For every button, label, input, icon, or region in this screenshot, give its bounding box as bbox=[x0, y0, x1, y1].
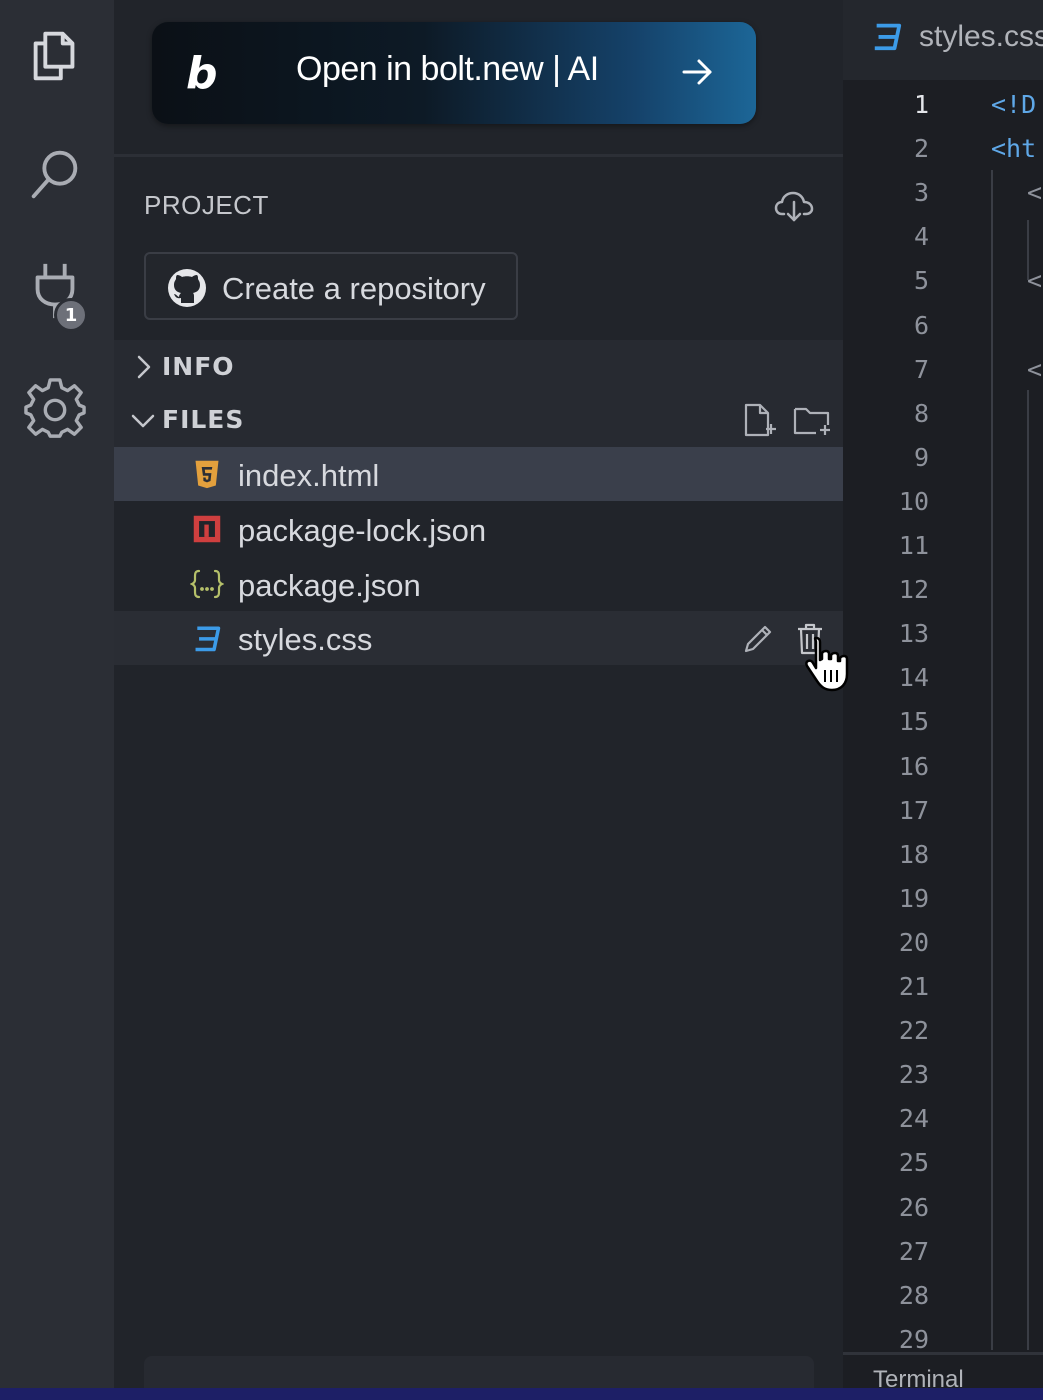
line-number: 14 bbox=[898, 663, 929, 693]
line-number: 8 bbox=[913, 398, 929, 428]
open-in-bolt-label: Open in bolt.new | AI bbox=[296, 50, 599, 88]
file-name: package.json bbox=[238, 568, 421, 603]
bolt-logo: b bbox=[186, 48, 218, 99]
line-number: 2 bbox=[913, 134, 929, 164]
new-folder-icon[interactable] bbox=[792, 401, 832, 439]
project-title: PROJECT bbox=[144, 190, 269, 220]
sidebar: b Open in bolt.new | AI PROJECT Create a… bbox=[114, 0, 843, 1388]
plug-badge: 1 bbox=[54, 298, 88, 332]
line-number: 17 bbox=[898, 795, 929, 825]
editor-pane: styles.css 1 2 3 4 5 6 7 8 9 10 11 12 13 14 15 16 17 18 19… bbox=[843, 0, 1043, 1388]
line-number: 11 bbox=[898, 531, 929, 560]
line-number: 28 bbox=[898, 1280, 929, 1310]
open-in-bolt-button[interactable]: b Open in bolt.new | AI bbox=[152, 22, 756, 124]
terminal-divider bbox=[843, 1352, 1043, 1355]
line-number: 25 bbox=[898, 1148, 929, 1178]
line-number: 18 bbox=[898, 839, 929, 869]
arrow-right-icon bbox=[682, 59, 712, 85]
line-number: 3 bbox=[913, 178, 929, 208]
plug-icon[interactable]: 1 bbox=[22, 258, 88, 332]
chevron-right-icon bbox=[137, 355, 151, 379]
line-number: 16 bbox=[898, 751, 929, 781]
file-item-styles-css[interactable]: styles.css bbox=[114, 611, 843, 665]
info-section-title: INFO bbox=[162, 352, 235, 381]
tab-label: styles.css bbox=[919, 20, 1043, 53]
files-section-header[interactable]: FILES bbox=[114, 393, 843, 447]
window-bottom-border bbox=[0, 1388, 1043, 1400]
file-name: index.html bbox=[238, 458, 380, 493]
line-number: 13 bbox=[898, 619, 929, 649]
code-area[interactable]: <!D <ht < < < bbox=[963, 80, 1043, 1350]
line-number: 23 bbox=[898, 1060, 929, 1090]
indent-guide bbox=[1027, 390, 1029, 1350]
cloud-download-icon[interactable] bbox=[774, 188, 814, 224]
new-file-icon[interactable] bbox=[740, 401, 780, 439]
file-name: styles.css bbox=[238, 622, 373, 657]
line-number: 19 bbox=[898, 883, 929, 913]
line-number: 10 bbox=[898, 486, 929, 516]
line-number-gutter: 1 2 3 4 5 6 7 8 9 10 11 12 13 14 15 16 17 18 19 20 21 22 23 24 2… bbox=[843, 80, 963, 1354]
css3-icon bbox=[190, 621, 224, 655]
html5-icon bbox=[190, 457, 224, 491]
json-braces-icon bbox=[190, 567, 224, 601]
github-icon bbox=[168, 269, 206, 307]
search-icon[interactable] bbox=[22, 140, 88, 206]
editor-tab-bar: styles.css bbox=[843, 0, 1043, 80]
npm-icon bbox=[190, 512, 224, 546]
line-number: 29 bbox=[898, 1324, 929, 1354]
line-number: 24 bbox=[898, 1104, 929, 1134]
activity-bar: 1 bbox=[0, 0, 114, 1388]
line-number: 21 bbox=[898, 972, 929, 1001]
files-section-title: FILES bbox=[162, 405, 245, 434]
terminal-label[interactable]: Terminal bbox=[873, 1366, 964, 1388]
tab-styles-css[interactable]: styles.css bbox=[843, 0, 1043, 80]
line-number: 27 bbox=[898, 1236, 929, 1266]
rename-pencil-icon[interactable] bbox=[740, 621, 776, 657]
code-line-5: < bbox=[1027, 266, 1043, 296]
line-number: 6 bbox=[913, 310, 929, 340]
line-number: 4 bbox=[913, 222, 929, 252]
info-section-header[interactable]: INFO bbox=[114, 340, 843, 394]
line-number: 15 bbox=[898, 707, 929, 737]
create-repository-label: Create a repository bbox=[222, 271, 486, 306]
file-item-package-lock-json[interactable]: package-lock.json bbox=[114, 502, 843, 556]
delete-trash-icon[interactable] bbox=[792, 621, 828, 657]
line-number: 7 bbox=[913, 354, 929, 384]
line-number: 1 bbox=[913, 90, 929, 119]
line-number: 20 bbox=[898, 927, 929, 957]
code-line-2: <ht bbox=[991, 134, 1037, 164]
code-line-1: <!D bbox=[991, 90, 1037, 119]
code-line-3: < bbox=[1027, 178, 1043, 208]
create-repository-button[interactable]: Create a repository bbox=[144, 252, 518, 320]
chevron-down-icon bbox=[131, 414, 155, 428]
file-item-index-html[interactable]: index.html bbox=[114, 447, 843, 501]
sidebar-divider bbox=[114, 154, 843, 157]
line-number: 12 bbox=[898, 575, 929, 605]
sidebar-footer bbox=[144, 1356, 814, 1388]
indent-guide bbox=[991, 170, 993, 1350]
files-icon[interactable] bbox=[22, 22, 88, 88]
file-name: package-lock.json bbox=[238, 513, 487, 548]
app-window: 1 b Open in bolt.new | AI PROJECT Create… bbox=[0, 0, 1043, 1388]
line-number: 22 bbox=[898, 1016, 929, 1046]
line-number: 26 bbox=[898, 1192, 929, 1222]
file-item-package-json[interactable]: package.json bbox=[114, 557, 843, 611]
settings-gear-icon[interactable] bbox=[22, 376, 88, 442]
css3-icon bbox=[874, 23, 902, 51]
code-line-7: < bbox=[1027, 354, 1043, 384]
line-number: 9 bbox=[913, 442, 929, 472]
line-number: 5 bbox=[913, 266, 929, 296]
